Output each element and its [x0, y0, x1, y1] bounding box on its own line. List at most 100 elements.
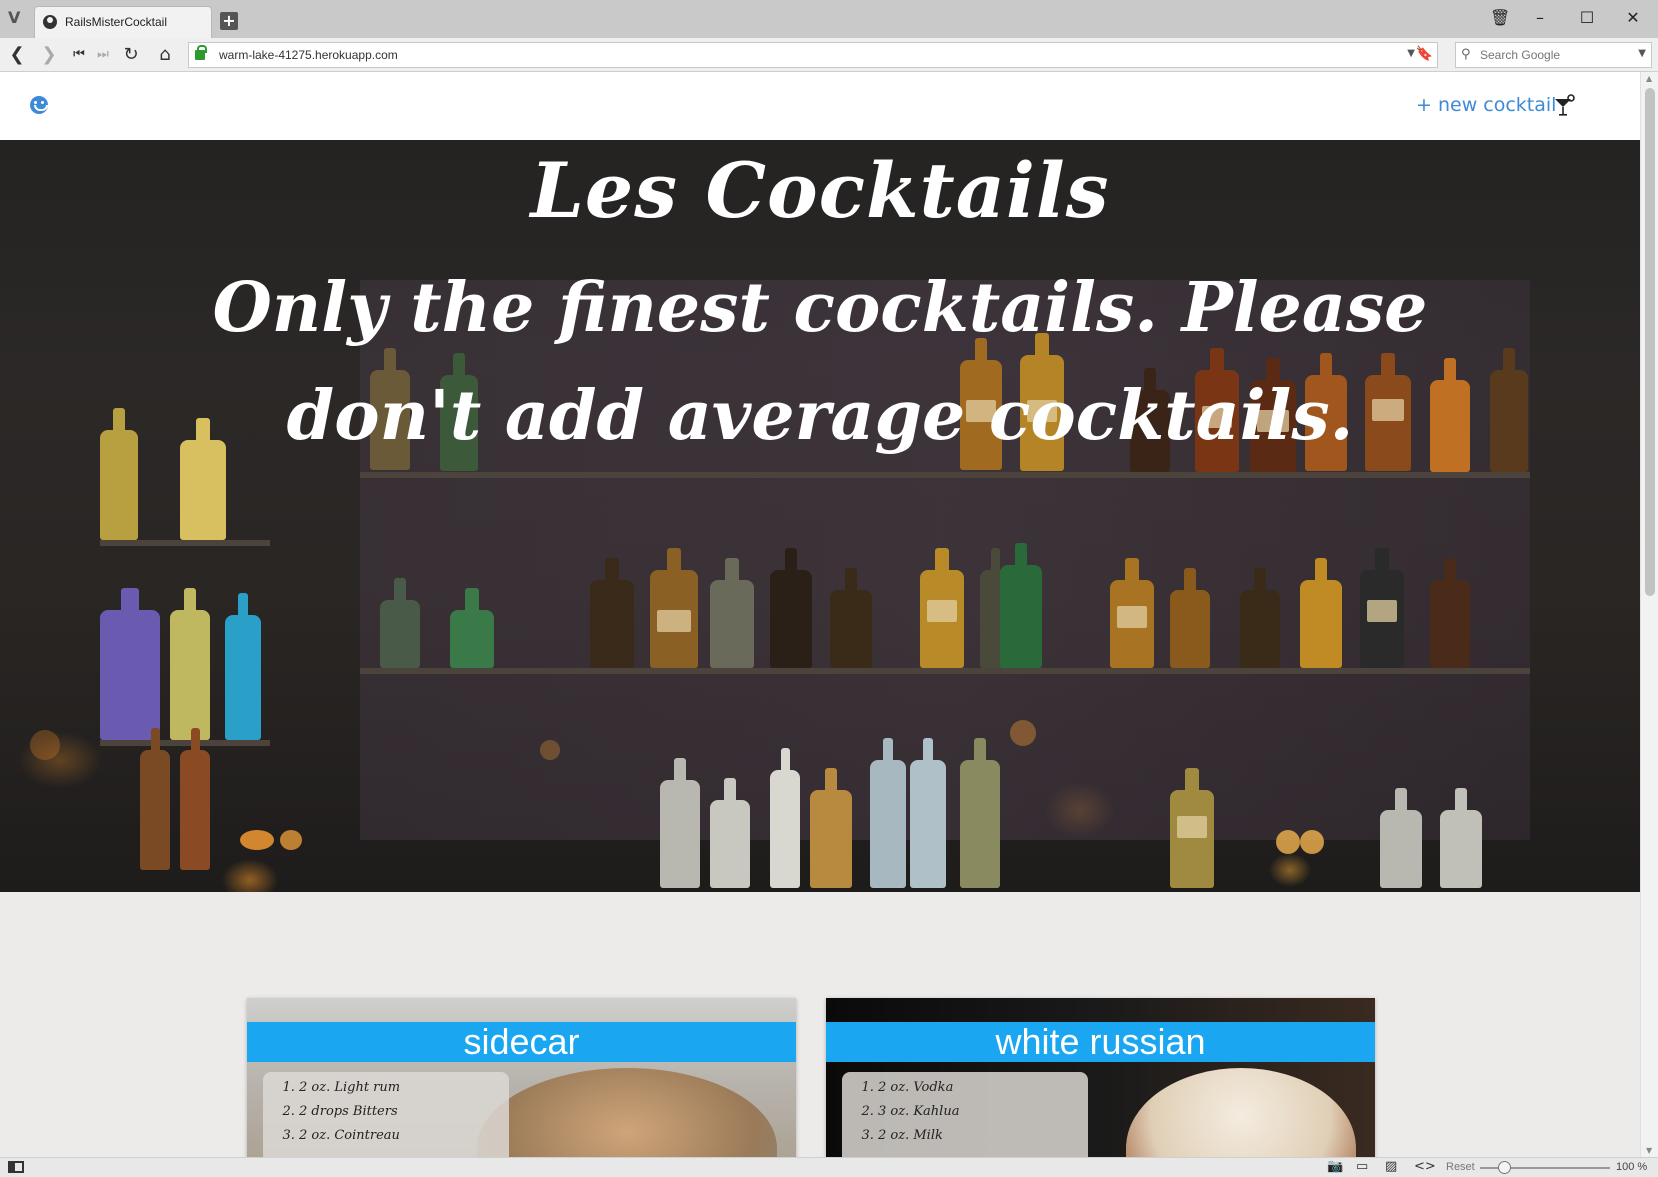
bottle: [660, 758, 700, 888]
bottle: [1170, 568, 1210, 668]
cocktail-glass-icon[interactable]: [1552, 94, 1576, 118]
reload-button[interactable]: ↻: [120, 44, 142, 66]
rewind-button[interactable]: ⏮: [68, 44, 90, 66]
bottle: [1440, 788, 1482, 888]
bottle: [910, 738, 946, 888]
bottle: [810, 768, 852, 888]
bottle: [170, 588, 210, 740]
bottle: [1000, 543, 1042, 668]
site-navbar: + new cocktail: [0, 72, 1640, 140]
bokeh-light: [30, 730, 60, 760]
browser-addressbar: ❮ ❯ ⏮ ⏭ ↻ ⌂ warm-lake-41275.herokuapp.co…: [0, 38, 1658, 72]
bottle: [100, 588, 160, 740]
search-icon: ⚲: [1461, 47, 1471, 62]
bottle: [960, 738, 1000, 888]
search-input[interactable]: [1480, 47, 1630, 63]
search-engine-dropdown-icon[interactable]: ▼: [1638, 48, 1646, 59]
bottle: [710, 558, 754, 668]
maximize-button[interactable]: ☐: [1577, 8, 1597, 28]
ingredient-item: 2 drops Bitters: [299, 1100, 509, 1124]
bottle: [710, 778, 750, 888]
bottle: [140, 728, 170, 870]
url-field[interactable]: warm-lake-41275.herokuapp.com ▼ 🔖: [188, 42, 1438, 68]
zoom-reset-button[interactable]: Reset: [1446, 1161, 1475, 1173]
new-tab-button[interactable]: +: [220, 12, 238, 30]
back-button[interactable]: ❮: [6, 44, 28, 66]
browser-menu-icon[interactable]: V: [8, 8, 26, 27]
new-cocktail-link[interactable]: + new cocktail: [1416, 94, 1556, 116]
hero-title: Les Cocktails: [530, 146, 1110, 235]
zoom-level: 100 %: [1616, 1161, 1648, 1173]
bottle: [770, 548, 812, 668]
browser-titlebar: V RailsMisterCocktail + 🗑 – ☐ ✕: [0, 0, 1658, 38]
lock-icon: [195, 45, 207, 60]
ingredient-item: 2 oz. Light rum: [299, 1076, 509, 1100]
bottle: [1300, 558, 1342, 668]
forward-button[interactable]: ❯: [38, 44, 60, 66]
cocktail-card[interactable]: white russian 2 oz. Vodka 3 oz. Kahlua 2…: [826, 998, 1375, 1157]
cocktail-photo: [477, 1068, 777, 1157]
bokeh-light: [280, 830, 302, 850]
bottle: [380, 578, 420, 668]
ingredient-item: 3 oz. Kahlua: [878, 1100, 1088, 1124]
bottle: [830, 568, 872, 668]
search-field[interactable]: ⚲ ▼: [1455, 42, 1652, 68]
panel-toggle-icon[interactable]: [8, 1161, 24, 1173]
bottle: [1380, 788, 1422, 888]
minimize-button[interactable]: –: [1530, 8, 1550, 28]
bottle: [870, 738, 906, 888]
bokeh-light: [540, 740, 560, 760]
bottle: [1360, 548, 1404, 668]
bottle: [1110, 558, 1154, 668]
cocktail-photo: [1126, 1068, 1356, 1157]
image-icon[interactable]: ▨: [1385, 1159, 1397, 1174]
bottle: [225, 593, 261, 740]
shelf: [100, 740, 270, 746]
code-icon[interactable]: <>: [1414, 1159, 1436, 1174]
cocktail-card[interactable]: sidecar 2 oz. Light rum 2 drops Bitters …: [247, 998, 796, 1157]
bokeh-light: [1010, 720, 1036, 746]
scroll-down-arrow-icon[interactable]: ▼: [1646, 1146, 1652, 1155]
url-history-dropdown-icon[interactable]: ▼: [1407, 48, 1415, 59]
bottle: [650, 548, 698, 668]
window-icon[interactable]: ▭: [1356, 1159, 1368, 1174]
bottle: [920, 548, 964, 668]
smiley-icon[interactable]: [30, 96, 48, 114]
ingredient-item: 2 oz. Vodka: [878, 1076, 1088, 1100]
tab-title: RailsMisterCocktail: [65, 15, 168, 29]
cocktail-name[interactable]: sidecar: [247, 1022, 796, 1062]
bokeh-light: [240, 830, 274, 850]
bottle: [180, 728, 210, 870]
ingredient-item: 2 oz. Cointreau: [299, 1124, 509, 1148]
shelf: [360, 668, 1530, 674]
bottle: [1240, 568, 1280, 668]
home-button[interactable]: ⌂: [154, 44, 176, 66]
hero-tagline: Only the finest cocktails. Please don't …: [212, 268, 1428, 456]
bottle: [770, 748, 800, 888]
browser-tab[interactable]: RailsMisterCocktail: [34, 6, 212, 38]
page-viewport: + new cocktail Les Cocktails Only the fi…: [0, 72, 1640, 1157]
shelf: [100, 540, 270, 546]
page-scrollbar[interactable]: ▲ ▼: [1640, 72, 1658, 1157]
globe-icon: [43, 15, 57, 29]
ingredient-list: 2 oz. Vodka 3 oz. Kahlua 2 oz. Milk: [842, 1072, 1088, 1157]
shelf: [360, 472, 1530, 478]
close-window-button[interactable]: ✕: [1623, 8, 1643, 28]
scroll-thumb[interactable]: [1645, 88, 1655, 596]
bokeh-light: [1300, 830, 1324, 854]
ingredient-item: 2 oz. Milk: [878, 1124, 1088, 1148]
bottle: [1430, 558, 1470, 668]
scroll-up-arrow-icon[interactable]: ▲: [1646, 74, 1652, 83]
zoom-slider-thumb[interactable]: [1498, 1161, 1511, 1174]
url-text[interactable]: warm-lake-41275.herokuapp.com: [219, 48, 398, 62]
bookmark-icon[interactable]: 🔖: [1416, 46, 1433, 62]
camera-icon[interactable]: 📷: [1327, 1159, 1343, 1174]
hero-banner: Les Cocktails Only the finest cocktails.…: [0, 140, 1640, 892]
trash-icon[interactable]: 🗑: [1490, 8, 1510, 28]
fast-forward-button[interactable]: ⏭: [92, 44, 114, 66]
bottle: [1170, 768, 1214, 888]
bokeh-light: [1276, 830, 1300, 854]
bottle: [590, 558, 634, 668]
cocktail-name[interactable]: white russian: [826, 1022, 1375, 1062]
ingredient-list: 2 oz. Light rum 2 drops Bitters 2 oz. Co…: [263, 1072, 509, 1157]
